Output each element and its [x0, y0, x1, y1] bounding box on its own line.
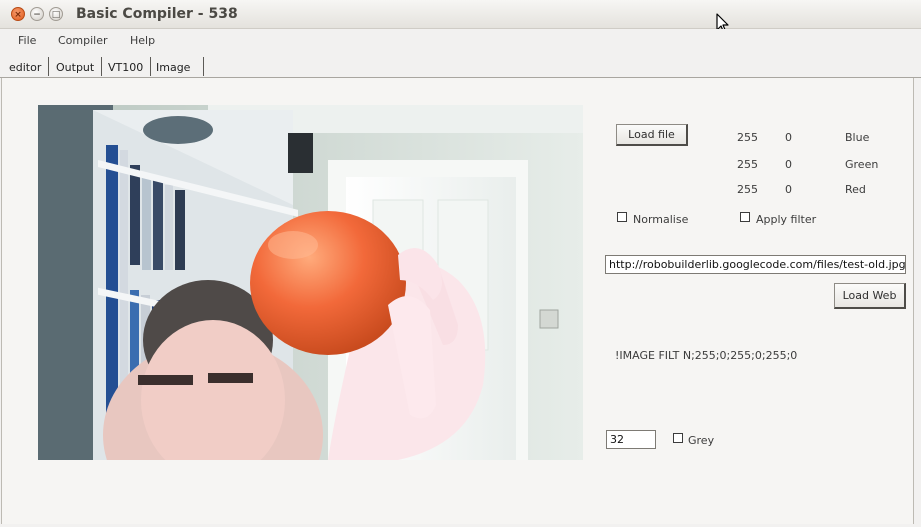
filter-command-text: !IMAGE FILT N;255;0;255;0;255;0 — [615, 349, 798, 362]
grey-checkbox[interactable] — [673, 433, 683, 443]
menu-compiler[interactable]: Compiler — [58, 34, 108, 47]
tab-vt100[interactable]: VT100 — [103, 57, 151, 76]
minimize-icon[interactable]: − — [30, 7, 44, 21]
menu-help[interactable]: Help — [130, 34, 155, 47]
grey-label: Grey — [688, 434, 715, 447]
red-min-value: 0 — [785, 183, 792, 196]
image-preview — [38, 105, 583, 460]
menu-bar: File Compiler Help — [0, 29, 921, 51]
green-channel-label: Green — [845, 158, 879, 171]
blue-max-value: 255 — [737, 131, 758, 144]
window-title: Basic Compiler - 538 — [76, 6, 238, 22]
close-icon[interactable]: × — [11, 7, 25, 21]
blue-min-value: 0 — [785, 131, 792, 144]
green-max-value: 255 — [737, 158, 758, 171]
menu-file[interactable]: File — [18, 34, 36, 47]
webcam-photo — [38, 105, 583, 460]
green-min-value: 0 — [785, 158, 792, 171]
tab-output[interactable]: Output — [51, 57, 102, 76]
tab-image[interactable]: Image — [151, 57, 204, 76]
size-input[interactable]: 32 — [606, 430, 656, 449]
normalise-label: Normalise — [633, 213, 689, 226]
tab-strip: editor Output VT100 Image — [0, 57, 921, 78]
apply-filter-label: Apply filter — [756, 213, 817, 226]
load-web-button[interactable]: Load Web — [834, 283, 906, 309]
normalise-checkbox[interactable] — [617, 212, 627, 222]
blue-channel-label: Blue — [845, 131, 870, 144]
apply-filter-checkbox[interactable] — [740, 212, 750, 222]
load-file-button[interactable]: Load file — [616, 124, 688, 146]
title-bar: × − □ Basic Compiler - 538 — [0, 0, 921, 34]
image-url-input[interactable]: http://robobuilderlib.googlecode.com/fil… — [605, 255, 906, 274]
maximize-icon[interactable]: □ — [49, 7, 63, 21]
red-channel-label: Red — [845, 183, 866, 196]
tab-editor[interactable]: editor — [4, 57, 49, 76]
red-max-value: 255 — [737, 183, 758, 196]
